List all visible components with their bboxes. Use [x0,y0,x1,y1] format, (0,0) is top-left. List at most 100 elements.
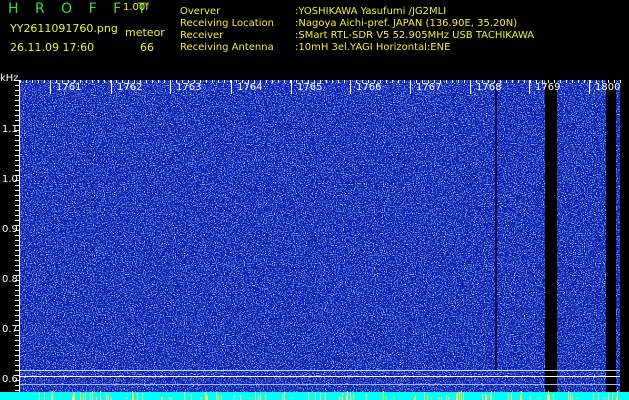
floor-spike [446,395,447,400]
floor-spike [612,393,613,400]
info-value-receiver: :SMart RTL-SDR V5 52.905MHz USB TACHIKAW… [295,30,535,41]
floor-spike [548,391,549,400]
y-tick-mark [15,185,19,186]
reference-line [20,376,620,377]
x-major-tick [410,80,411,94]
floor-spike [184,392,185,400]
y-tick-mark [15,165,19,166]
meteor-label: meteor [125,26,165,39]
x-tick-mark [266,80,267,83]
floor-spike [511,393,512,400]
floor-spike [572,395,573,400]
y-tick-mark [15,265,19,266]
floor-spike [353,395,354,400]
x-tick-mark [20,80,21,83]
x-tick-mark [38,80,39,83]
x-major-tick [50,80,51,94]
meteor-count: 66 [140,41,154,54]
x-tick-mark [392,80,393,83]
x-major-tick [170,80,171,94]
x-major-tick [470,80,471,94]
floor-spike [456,394,457,400]
x-tick-mark [590,80,591,83]
floor-spike [521,391,522,400]
floor-band [0,392,629,400]
x-major-tick [529,80,530,94]
x-tick-mark [464,80,465,83]
reference-line [20,370,620,371]
floor-spike [320,393,321,400]
x-tick-mark [290,80,291,83]
y-tick-mark [15,140,19,141]
x-tick-mark [578,80,579,83]
floor-spike [83,396,84,400]
floor-spike [486,395,487,400]
floor-spike [325,393,326,400]
y-tick-mark [15,205,19,206]
y-tick-mark [15,295,19,296]
floor-spike [346,396,347,400]
floor-spike [491,391,492,400]
floor-spike [339,395,340,400]
y-tick-mark [15,385,19,386]
y-tick-mark [15,370,19,371]
floor-spike [92,391,93,400]
floor-spike [415,395,416,400]
floor-spike [284,392,285,400]
x-tick-mark [404,80,405,83]
floor-spike [52,391,53,400]
y-tick-mark [15,170,19,171]
floor-spike [51,396,52,400]
floor-spike [385,396,386,400]
floor-spike [206,394,207,400]
y-tick-mark [15,305,19,306]
y-tick-mark [15,215,19,216]
x-tick-mark [284,80,285,83]
y-tick-mark [15,210,19,211]
x-tick-mark [206,80,207,83]
floor-spike [100,391,101,400]
y-tick-mark [15,195,19,196]
x-tick-mark [230,80,231,83]
x-tick-mark [212,80,213,83]
floor-spike [553,394,554,400]
y-tick-mark [15,310,19,311]
x-major-tick [350,80,351,94]
floor-spike [240,395,241,400]
x-tick-mark [572,80,573,83]
info-key-observer: Overver [180,6,221,17]
floor-spike [342,393,343,400]
y-tick-mark [15,90,19,91]
y-tick-mark [15,135,19,136]
y-tick-label: 0.9 [2,224,18,235]
y-tick-mark [15,270,19,271]
info-key-receiver: Receiver [180,30,224,41]
x-tick-mark [86,80,87,83]
data-gap [606,80,616,392]
floor-spike [598,393,599,400]
x-tick-mark [224,80,225,83]
y-tick-mark [15,340,19,341]
y-tick-mark [15,335,19,336]
data-gap [545,80,557,392]
date-time: 26.11.09 17:60 [10,41,95,54]
floor-spike [142,393,143,400]
x-tick-label: 1762 [117,82,143,93]
y-tick-mark [15,220,19,221]
floor-spike [133,394,134,400]
x-tick-mark [344,80,345,83]
x-major-tick [291,80,292,94]
x-tick-label: 1761 [56,82,82,93]
x-tick-mark [110,80,111,83]
floor-spike [221,395,222,400]
x-tick-mark [98,80,99,83]
floor-spike [255,392,256,400]
floor-spike [424,392,425,400]
y-tick-mark [15,355,19,356]
x-tick-mark [530,80,531,83]
floor-spike [393,396,394,400]
y-tick-mark [15,95,19,96]
file-name: YY2611091760.png [10,22,118,35]
spectrogram-field [20,80,620,392]
floor-spike [80,395,81,400]
